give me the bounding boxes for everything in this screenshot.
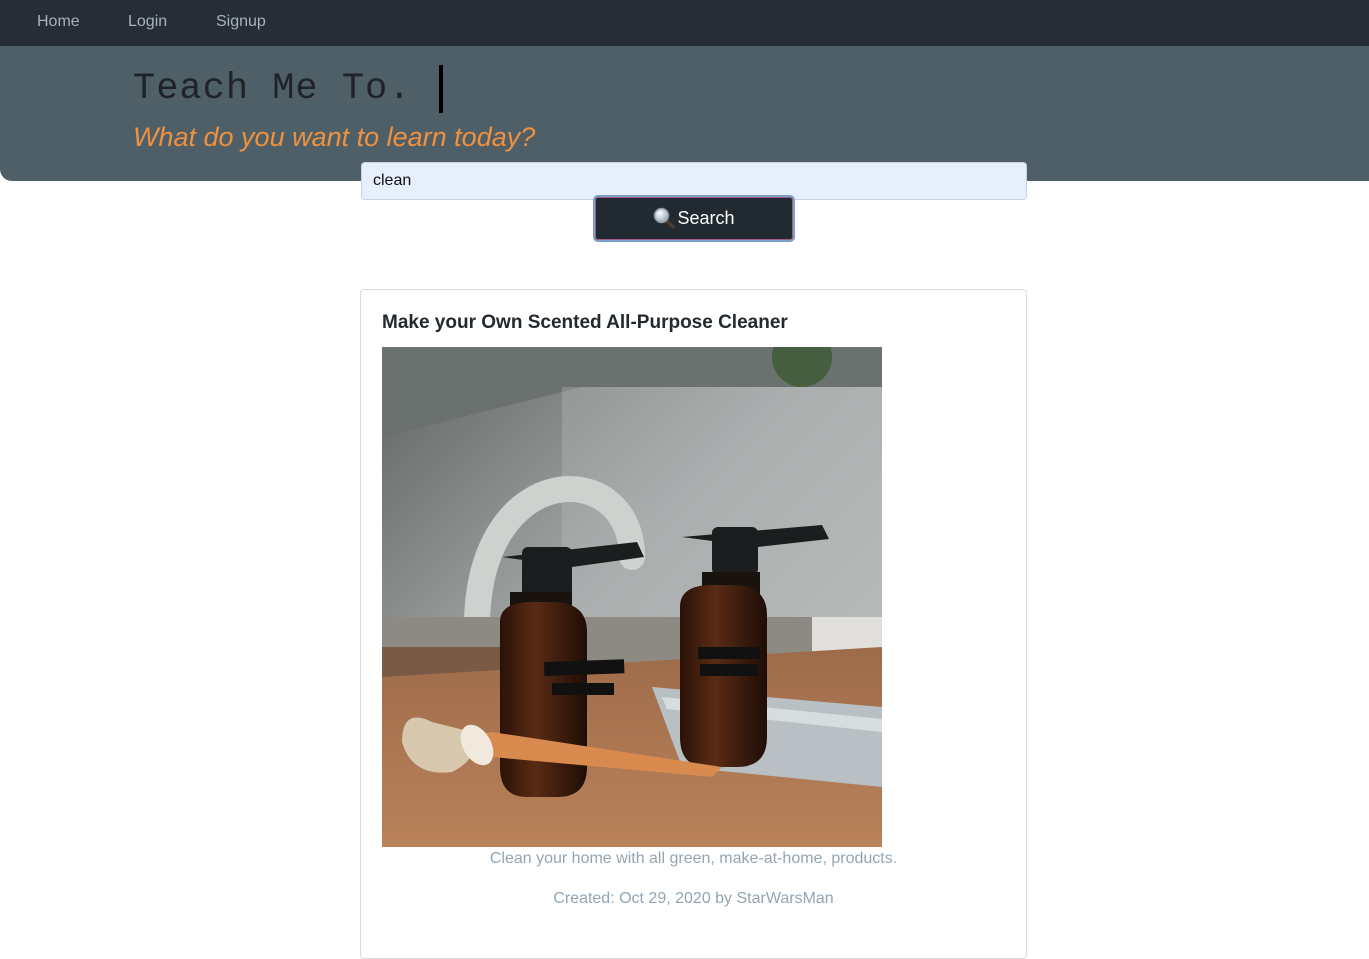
- nav-login-link[interactable]: Login: [128, 13, 167, 31]
- magnifying-glass-icon: [653, 207, 676, 229]
- typing-cursor: [439, 65, 443, 113]
- hero-banner: Teach Me To. What do you want to learn t…: [0, 46, 1369, 181]
- nav-home-link[interactable]: Home: [37, 13, 80, 31]
- search-button-label: Search: [677, 208, 735, 228]
- top-navbar: Home Login Signup: [0, 0, 1369, 46]
- result-title[interactable]: Make your Own Scented All-Purpose Cleane…: [382, 312, 788, 334]
- result-image[interactable]: [382, 347, 882, 847]
- search-button[interactable]: Search: [593, 195, 795, 242]
- site-brand: Teach Me To.: [133, 68, 412, 110]
- hero-tagline: What do you want to learn today?: [133, 122, 536, 152]
- result-description: Clean your home with all green, make-at-…: [489, 850, 898, 867]
- nav-signup-link[interactable]: Signup: [216, 13, 266, 31]
- result-card[interactable]: Make your Own Scented All-Purpose Cleane…: [360, 289, 1027, 959]
- result-meta: Created: Oct 29, 2020 by StarWarsMan: [553, 890, 834, 907]
